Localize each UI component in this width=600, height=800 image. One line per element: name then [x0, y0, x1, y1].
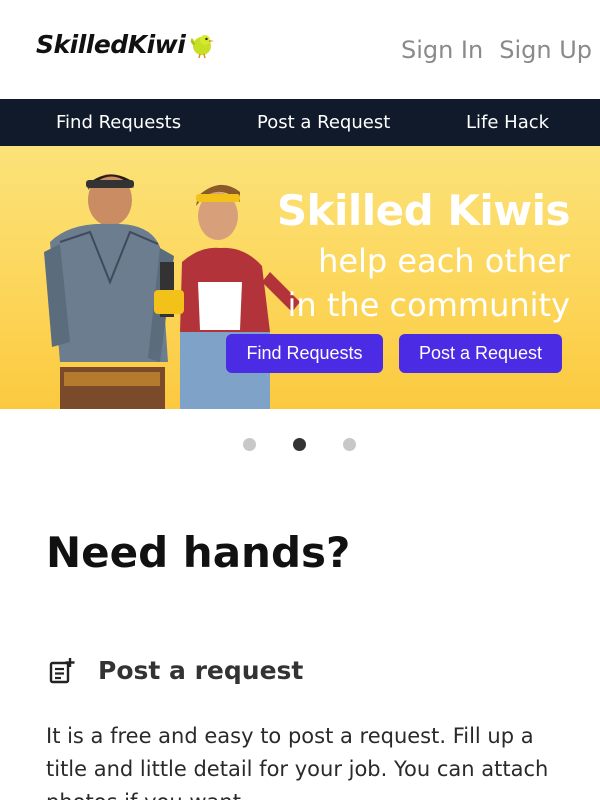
- carousel-indicators: [0, 438, 600, 451]
- section-body: It is a free and easy to post a request.…: [46, 724, 549, 800]
- hero-find-requests-button[interactable]: Find Requests: [226, 334, 383, 373]
- page-heading: Need hands?: [46, 528, 351, 577]
- nav-item-find-requests[interactable]: Find Requests: [56, 99, 181, 146]
- post-request-section-header: Post a request: [48, 656, 303, 685]
- kiwi-bird-icon: [191, 34, 215, 58]
- hero-banner: Skilled Kiwis help each other in the com…: [0, 146, 600, 409]
- hero-subtitle-line2: in the community: [287, 286, 570, 324]
- hero-subtitle-line1: help each other: [318, 242, 570, 280]
- logo-text: SkilledKiwi: [36, 30, 186, 59]
- logo[interactable]: SkilledKiwi: [36, 30, 215, 59]
- hero-post-request-button[interactable]: Post a Request: [399, 334, 562, 373]
- carousel-dot-1[interactable]: [243, 438, 256, 451]
- nav-item-life-hack[interactable]: Life Hack: [466, 99, 549, 146]
- auth-links: Sign In Sign Up: [401, 36, 592, 64]
- nav-item-post-request[interactable]: Post a Request: [257, 99, 390, 146]
- post-request-icon: [49, 657, 75, 683]
- sign-up-link[interactable]: Sign Up: [499, 36, 592, 64]
- hero-title: Skilled Kiwis: [276, 186, 571, 235]
- section-title: Post a request: [98, 656, 304, 685]
- carousel-dot-2[interactable]: [293, 438, 306, 451]
- carousel-dot-3[interactable]: [343, 438, 356, 451]
- sign-in-link[interactable]: Sign In: [401, 36, 483, 64]
- site-header: SkilledKiwi Sign In Sign Up: [0, 0, 600, 99]
- main-nav: Find Requests Post a Request Life Hack: [0, 99, 600, 146]
